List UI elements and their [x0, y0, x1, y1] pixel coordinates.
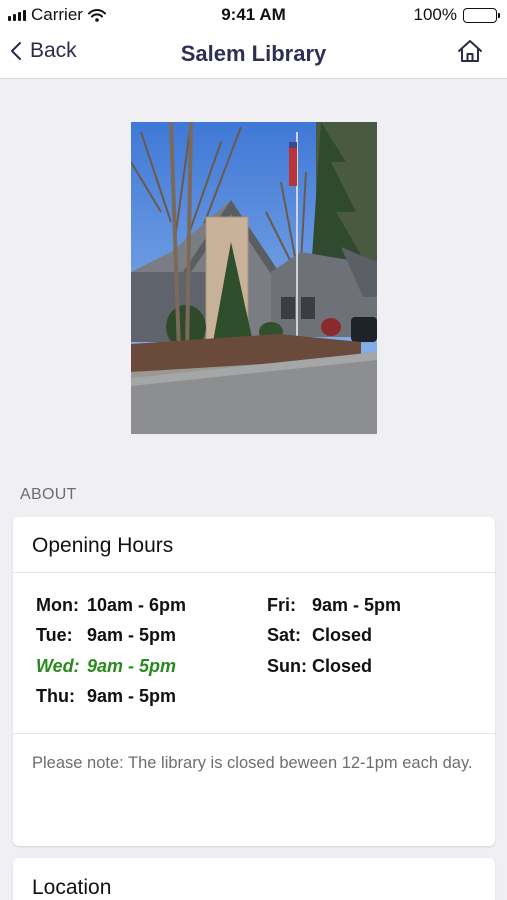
hours-time: 9am - 5pm: [87, 656, 177, 676]
hours-row-wed-today: Wed: 9am - 5pm: [36, 656, 176, 677]
opening-hours-card: Opening Hours Mon: 10am - 6pm Tue: 9am - 5…: [13, 517, 495, 846]
hours-day: Thu:: [36, 686, 75, 706]
closure-note: Please note: The library is closed bewee…: [32, 754, 473, 772]
hours-row-fri: Fri: 9am - 5pm: [267, 595, 401, 616]
hours-row-sat: Sat: Closed: [267, 625, 372, 646]
about-section-header: ABOUT: [20, 486, 77, 503]
location-card[interactable]: Location: [13, 858, 495, 900]
hours-grid: Mon: 10am - 6pm Tue: 9am - 5pm Wed: 9am - 5…: [13, 573, 495, 734]
hours-row-tue: Tue: 9am - 5pm: [36, 625, 176, 646]
hours-row-thu: Thu: 9am - 5pm: [36, 686, 176, 707]
status-bar: Carrier 9:41 AM 100%: [0, 0, 507, 30]
hours-day: Sun:: [267, 656, 307, 676]
hours-time: Closed: [312, 656, 373, 676]
hours-day: Mon:: [36, 595, 79, 615]
hours-row-sun: Sun: Closed: [267, 656, 372, 677]
hours-row-mon: Mon: 10am - 6pm: [36, 595, 186, 616]
home-icon: [458, 40, 482, 62]
hours-time: 10am - 6pm: [87, 595, 187, 615]
hours-time: 9am - 5pm: [312, 595, 402, 615]
hours-day: Tue:: [36, 625, 73, 645]
hours-day: Sat:: [267, 625, 302, 645]
home-button[interactable]: [457, 39, 483, 68]
hours-day: Fri:: [267, 595, 296, 615]
battery-percent: 100%: [413, 5, 457, 24]
hours-time: 9am - 5pm: [87, 625, 177, 645]
battery-icon: [463, 7, 500, 23]
battery-group: 100%: [413, 5, 500, 25]
page-title: Salem Library: [180, 41, 327, 66]
hours-day: Wed:: [36, 656, 80, 676]
library-photo: [131, 122, 377, 434]
opening-hours-title: Opening Hours: [13, 517, 495, 573]
location-title: Location: [32, 876, 112, 899]
hours-time: 9am - 5pm: [87, 686, 177, 706]
hours-time: Closed: [312, 625, 373, 645]
navigation-bar: Back Salem Library: [0, 30, 507, 79]
